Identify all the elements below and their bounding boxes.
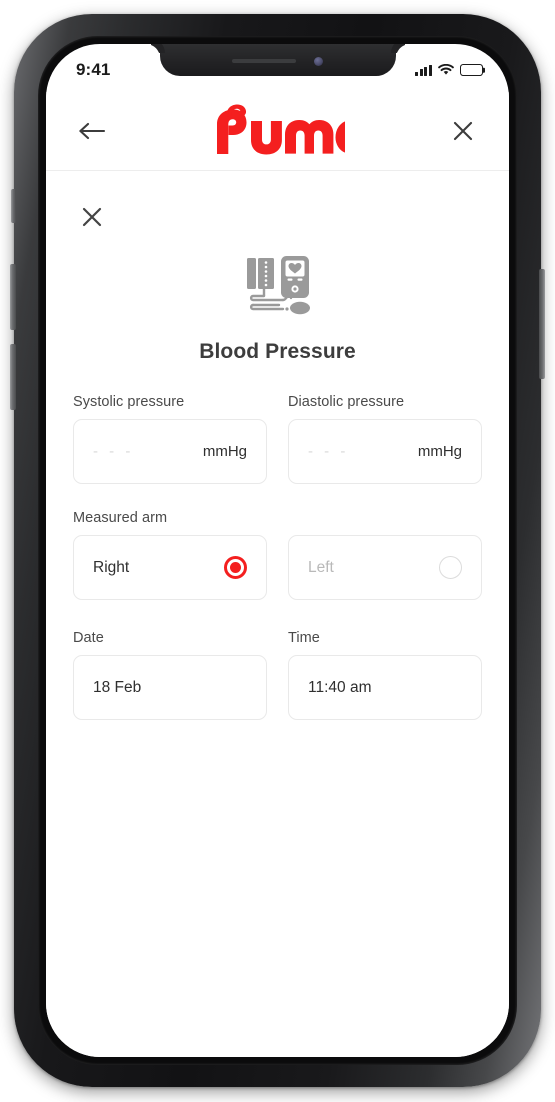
measured-arm-option-left-col: Left	[288, 535, 482, 600]
measured-arm-left-label: Left	[308, 558, 334, 576]
systolic-label: Systolic pressure	[73, 394, 185, 410]
status-time: 9:41	[76, 60, 111, 79]
measured-arm-options: Right Left	[73, 535, 482, 600]
date-value: 18 Feb	[93, 678, 142, 696]
radio-selected-icon[interactable]	[224, 556, 247, 579]
time-value: 11:40 am	[308, 678, 372, 696]
front-camera-icon	[314, 56, 323, 66]
pressure-fields-row: Systolic pressure - - - mmHg Diastolic p…	[73, 394, 482, 484]
app-header	[46, 92, 509, 171]
wifi-icon	[438, 64, 454, 76]
measured-arm-label: Measured arm	[73, 510, 168, 526]
measured-arm-option-right-col: Right	[73, 535, 267, 600]
notch	[159, 44, 396, 76]
page-title: Blood Pressure	[199, 340, 356, 363]
phone-screen: 9:41 Blood Pressure Systolic pressure - …	[46, 44, 509, 1057]
date-label: Date	[73, 630, 104, 646]
volume-down-button[interactable]	[10, 344, 16, 410]
diastolic-unit: mmHg	[417, 443, 462, 460]
back-arrow-icon	[79, 122, 106, 140]
measured-arm-option-left[interactable]: Left	[288, 535, 482, 600]
date-field-group: Date 18 Feb	[73, 630, 267, 720]
cellular-signal-icon	[415, 64, 432, 76]
radio-unselected-icon[interactable]	[439, 556, 462, 579]
time-label: Time	[288, 630, 320, 646]
speaker-grille-icon	[232, 59, 296, 63]
silent-switch-button[interactable]	[11, 189, 16, 223]
phone-frame: 9:41 Blood Pressure Systolic pressure - …	[10, 14, 545, 1087]
battery-full-icon	[460, 64, 483, 76]
close-icon	[82, 207, 102, 227]
systolic-unit: mmHg	[202, 443, 247, 460]
date-input[interactable]: 18 Feb	[73, 655, 267, 720]
volume-up-button[interactable]	[10, 264, 16, 330]
systolic-input[interactable]: - - - mmHg	[73, 419, 267, 484]
measured-arm-right-label: Right	[93, 558, 130, 576]
power-button[interactable]	[539, 269, 545, 379]
time-input[interactable]: 11:40 am	[288, 655, 482, 720]
systolic-field-group: Systolic pressure - - - mmHg	[73, 394, 267, 484]
pump-logo	[211, 103, 352, 160]
diastolic-input[interactable]: - - - mmHg	[288, 419, 482, 484]
blood-pressure-monitor-icon	[246, 256, 310, 315]
diastolic-value: - - -	[308, 443, 349, 460]
measured-arm-group: Measured arm Right Left	[73, 510, 482, 600]
systolic-value: - - -	[93, 443, 134, 460]
illustration-block	[73, 254, 482, 324]
back-arrow-button[interactable]	[73, 112, 111, 150]
diastolic-field-group: Diastolic pressure - - - mmHg	[288, 394, 482, 484]
header-close-button[interactable]	[444, 112, 482, 150]
close-icon	[453, 121, 473, 141]
datetime-fields-row: Date 18 Feb Time 11:40 am	[73, 630, 482, 720]
blood-pressure-form: Blood Pressure Systolic pressure - - - m…	[46, 172, 509, 1057]
status-icons	[415, 64, 483, 76]
sheet-close-button[interactable]	[73, 198, 111, 236]
diastolic-label: Diastolic pressure	[288, 394, 405, 410]
time-field-group: Time 11:40 am	[288, 630, 482, 720]
measured-arm-option-right[interactable]: Right	[73, 535, 267, 600]
